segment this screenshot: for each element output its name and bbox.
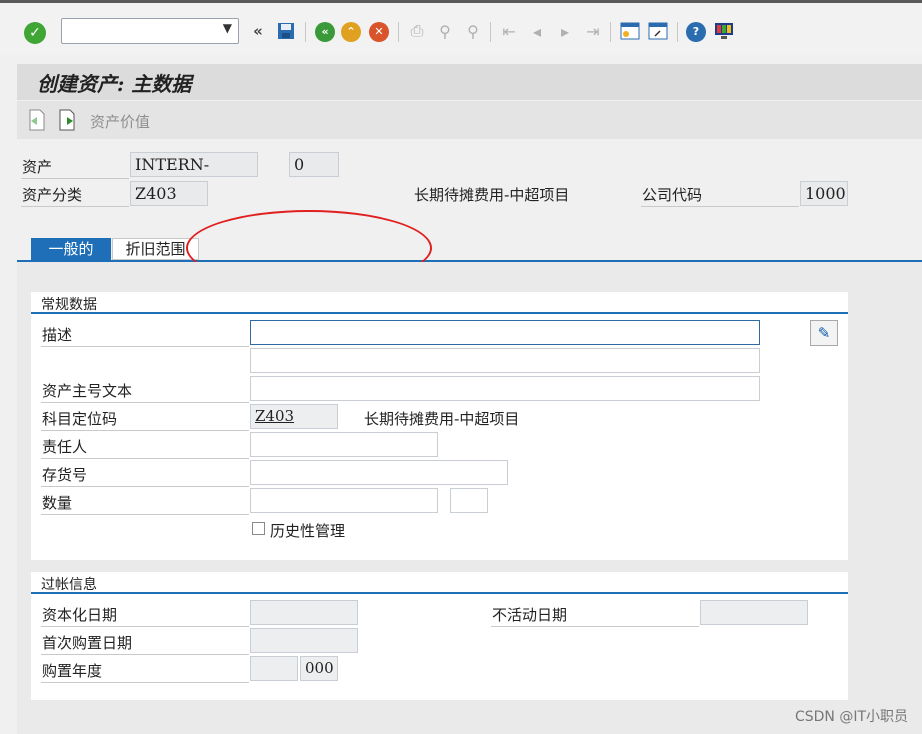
quantity-label: 数量 [42,494,73,512]
shortcut-icon[interactable] [647,20,669,42]
asset-class-field: Z403 [130,181,208,206]
separator [305,22,306,42]
quantity-input[interactable] [250,488,438,513]
next-asset-icon[interactable] [57,109,77,131]
previous-page-icon[interactable]: ◂ [526,20,548,42]
back-double-icon[interactable]: « [250,20,266,42]
separator [490,22,491,42]
asset-subnumber-field: 0 [289,152,339,177]
divider [41,626,249,627]
divider [21,206,129,207]
inventory-number-input[interactable] [250,460,508,485]
separator [677,22,678,42]
divider [41,402,249,403]
help-icon[interactable]: ? [686,22,706,42]
history-label: 历史性管理 [270,522,346,540]
create-session-icon[interactable] [619,20,641,42]
description-input-line2[interactable] [250,348,760,373]
divider [41,682,249,683]
find-next-icon[interactable]: ⚲ [462,20,484,42]
inventory-number-label: 存货号 [42,466,88,484]
acquisition-year-field [250,656,298,681]
divider [41,458,249,459]
watermark: CSDN @IT小职员 [794,709,908,725]
chevron-down-icon[interactable]: ▼ [223,21,232,35]
tab-general[interactable]: 一般的 [31,238,111,261]
divider [41,486,249,487]
main-number-text-label: 资产主号文本 [42,382,133,400]
cancel-icon[interactable]: ✕ [369,22,389,42]
account-determination-description: 长期待摊费用-中超项目 [364,410,520,428]
description-input[interactable] [250,320,760,345]
divider [41,346,249,347]
asset-class-label: 资产分类 [22,186,83,204]
quantity-unit-input[interactable] [450,488,488,513]
first-acquisition-label: 首次购置日期 [42,634,133,652]
account-determination-label: 科目定位码 [42,410,118,428]
asset-number-field: INTERN-00001 [130,152,258,197]
asset-value-button[interactable]: 资产价值 [90,111,150,132]
divider [641,206,799,207]
first-page-icon[interactable]: ⇤ [498,20,520,42]
find-icon[interactable]: ⚲ [434,20,456,42]
save-icon[interactable] [276,20,296,42]
layout-icon[interactable] [713,20,735,42]
separator [398,22,399,42]
asset-label: 资产 [22,158,53,176]
company-code-field: 1000 [800,181,848,206]
responsible-person-input[interactable] [250,432,438,457]
print-icon[interactable]: ⎙ [406,20,428,42]
divider [21,178,129,179]
general-data-title: 常规数据 [41,297,97,313]
description-label: 描述 [42,326,73,344]
posting-info-title: 过帐信息 [41,577,97,593]
history-checkbox[interactable] [252,522,265,535]
company-code-label: 公司代码 [642,186,703,204]
separator [610,22,611,42]
divider [41,514,249,515]
deactivation-date-label: 不活动日期 [492,606,568,624]
previous-asset-icon[interactable] [27,109,47,131]
acquisition-year-label: 购置年度 [42,662,103,680]
main-number-text-input[interactable] [250,376,760,401]
exit-icon[interactable]: ⌃ [341,22,361,42]
group-divider [31,312,848,314]
command-field[interactable]: ▼ [61,18,239,44]
acquisition-period-field: 000 [300,656,338,681]
application-toolbar [17,101,922,139]
divider [41,430,249,431]
next-page-icon[interactable]: ▸ [554,20,576,42]
capitalization-date-field [250,600,358,625]
back-icon[interactable]: « [315,22,335,42]
deactivation-date-field [700,600,808,625]
edit-text-icon[interactable]: ✎ [810,320,838,346]
capitalization-date-label: 资本化日期 [42,606,118,624]
page-title: 创建资产: 主数据 [37,72,192,96]
asset-class-description: 长期待摊费用-中超项目 [414,186,570,204]
first-acquisition-field [250,628,358,653]
divider [491,626,699,627]
last-page-icon[interactable]: ⇥ [582,20,604,42]
check-icon[interactable]: ✓ [24,22,46,44]
divider [41,654,249,655]
account-determination-field: Z403 [250,404,338,429]
group-divider [31,592,848,594]
responsible-person-label: 责任人 [42,438,88,456]
